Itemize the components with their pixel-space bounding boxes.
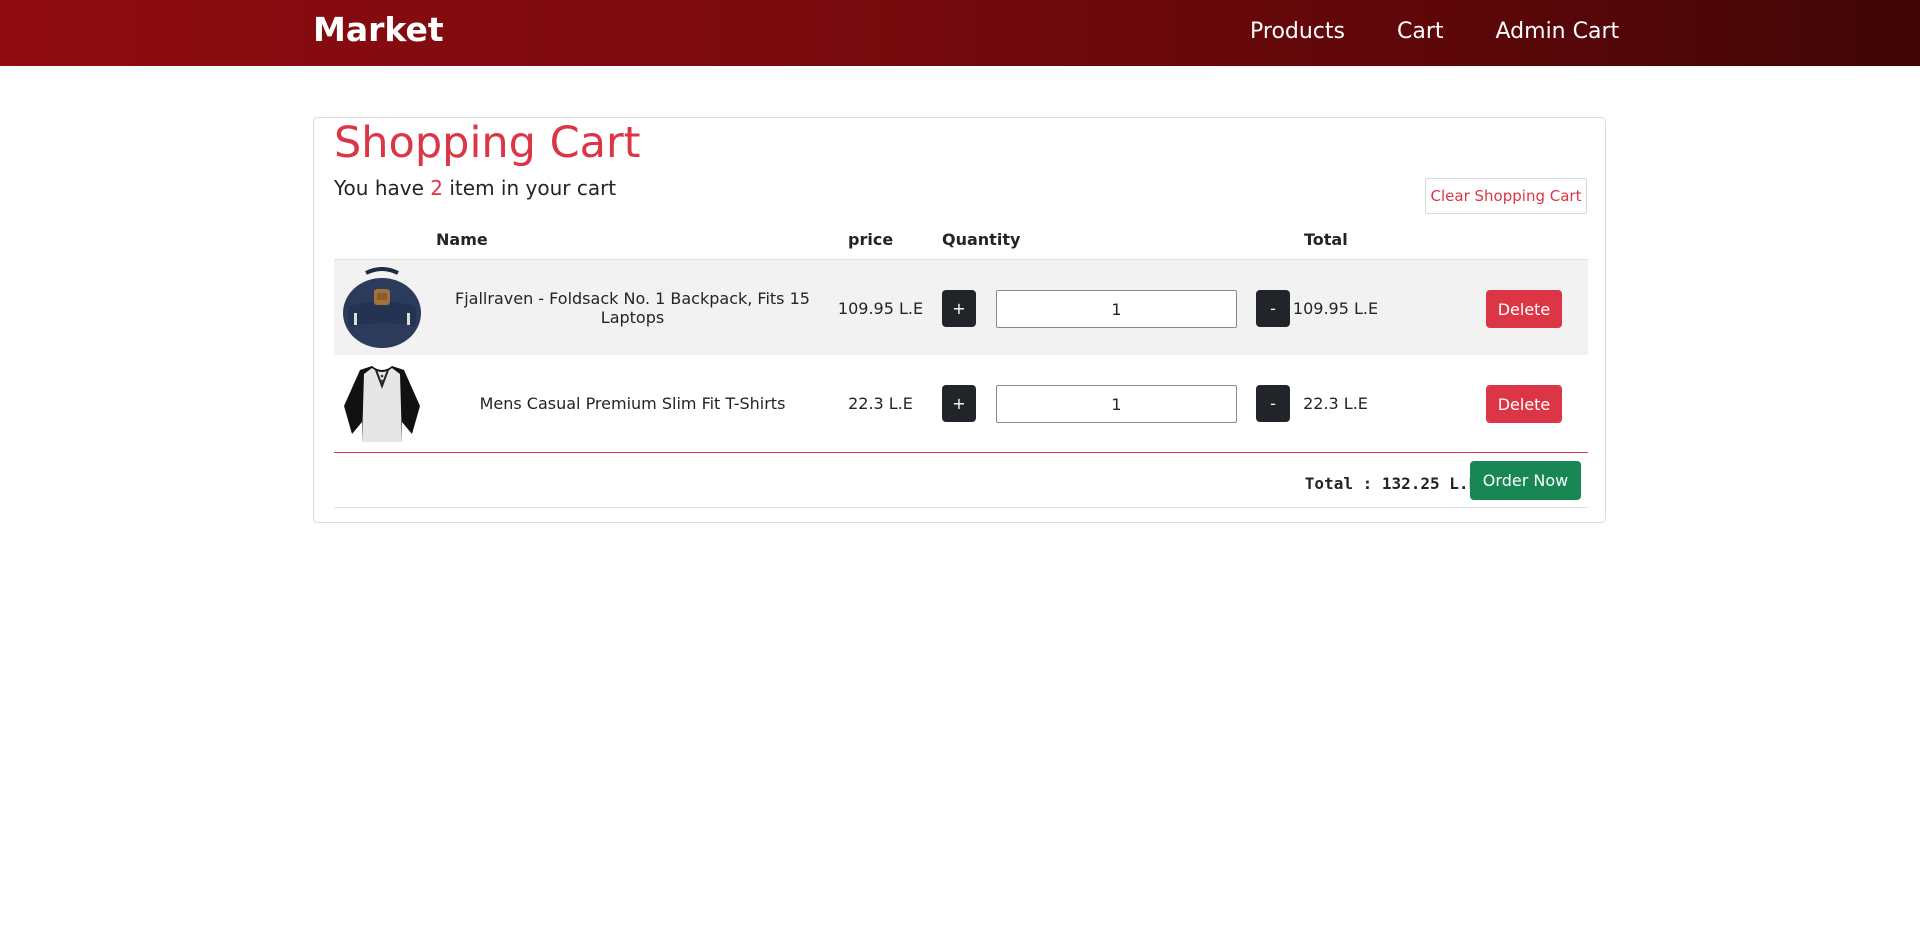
cart-card: Shopping Cart You have 2 item in your ca… [313, 117, 1606, 523]
delete-item-button[interactable]: Delete [1486, 385, 1562, 423]
increase-quantity-button[interactable]: + [942, 290, 976, 327]
quantity-input[interactable] [996, 385, 1237, 423]
nav-cart-link[interactable]: Cart [1397, 19, 1444, 44]
product-price: 22.3 L.E [848, 393, 913, 413]
table-row: Mens Casual Premium Slim Fit T-Shirts 22… [334, 355, 1588, 451]
increase-quantity-button[interactable]: + [942, 385, 976, 422]
delete-item-button[interactable]: Delete [1486, 290, 1562, 328]
nav-products-link[interactable]: Products [1250, 19, 1345, 44]
column-header-price: price [848, 230, 894, 249]
column-header-name: Name [436, 230, 488, 249]
product-name: Mens Casual Premium Slim Fit T-Shirts [479, 393, 786, 413]
column-header-quantity: Quantity [942, 230, 1021, 249]
backpack-image [342, 260, 422, 356]
table-row: Fjallraven - Foldsack No. 1 Backpack, Fi… [334, 259, 1588, 355]
summary-suffix: item in your cart [449, 176, 617, 200]
total-divider [334, 452, 1588, 453]
product-name: Fjallraven - Foldsack No. 1 Backpack, Fi… [455, 289, 810, 327]
line-total: 22.3 L.E [1303, 393, 1368, 413]
nav-admin-cart-link[interactable]: Admin Cart [1496, 19, 1620, 44]
line-total: 109.95 L.E [1292, 298, 1379, 318]
grand-total: Total : 132.25 L.E [1304, 473, 1479, 493]
brand-logo[interactable]: Market [313, 10, 444, 49]
tshirt-image [342, 355, 422, 451]
column-header-total: Total [1304, 230, 1348, 249]
item-count: 2 [430, 176, 443, 200]
clear-cart-button[interactable]: Clear Shopping Cart [1425, 178, 1587, 214]
nav-links: Products Cart Admin Cart [1250, 19, 1619, 44]
page-title: Shopping Cart [334, 118, 641, 168]
order-now-button[interactable]: Order Now [1470, 461, 1581, 500]
cart-summary: You have 2 item in your cart [334, 176, 616, 200]
navbar: Market Products Cart Admin Cart [0, 0, 1920, 66]
footer-divider [334, 507, 1588, 508]
summary-prefix: You have [334, 176, 424, 200]
quantity-input[interactable] [996, 290, 1237, 328]
product-price: 109.95 L.E [837, 298, 924, 318]
